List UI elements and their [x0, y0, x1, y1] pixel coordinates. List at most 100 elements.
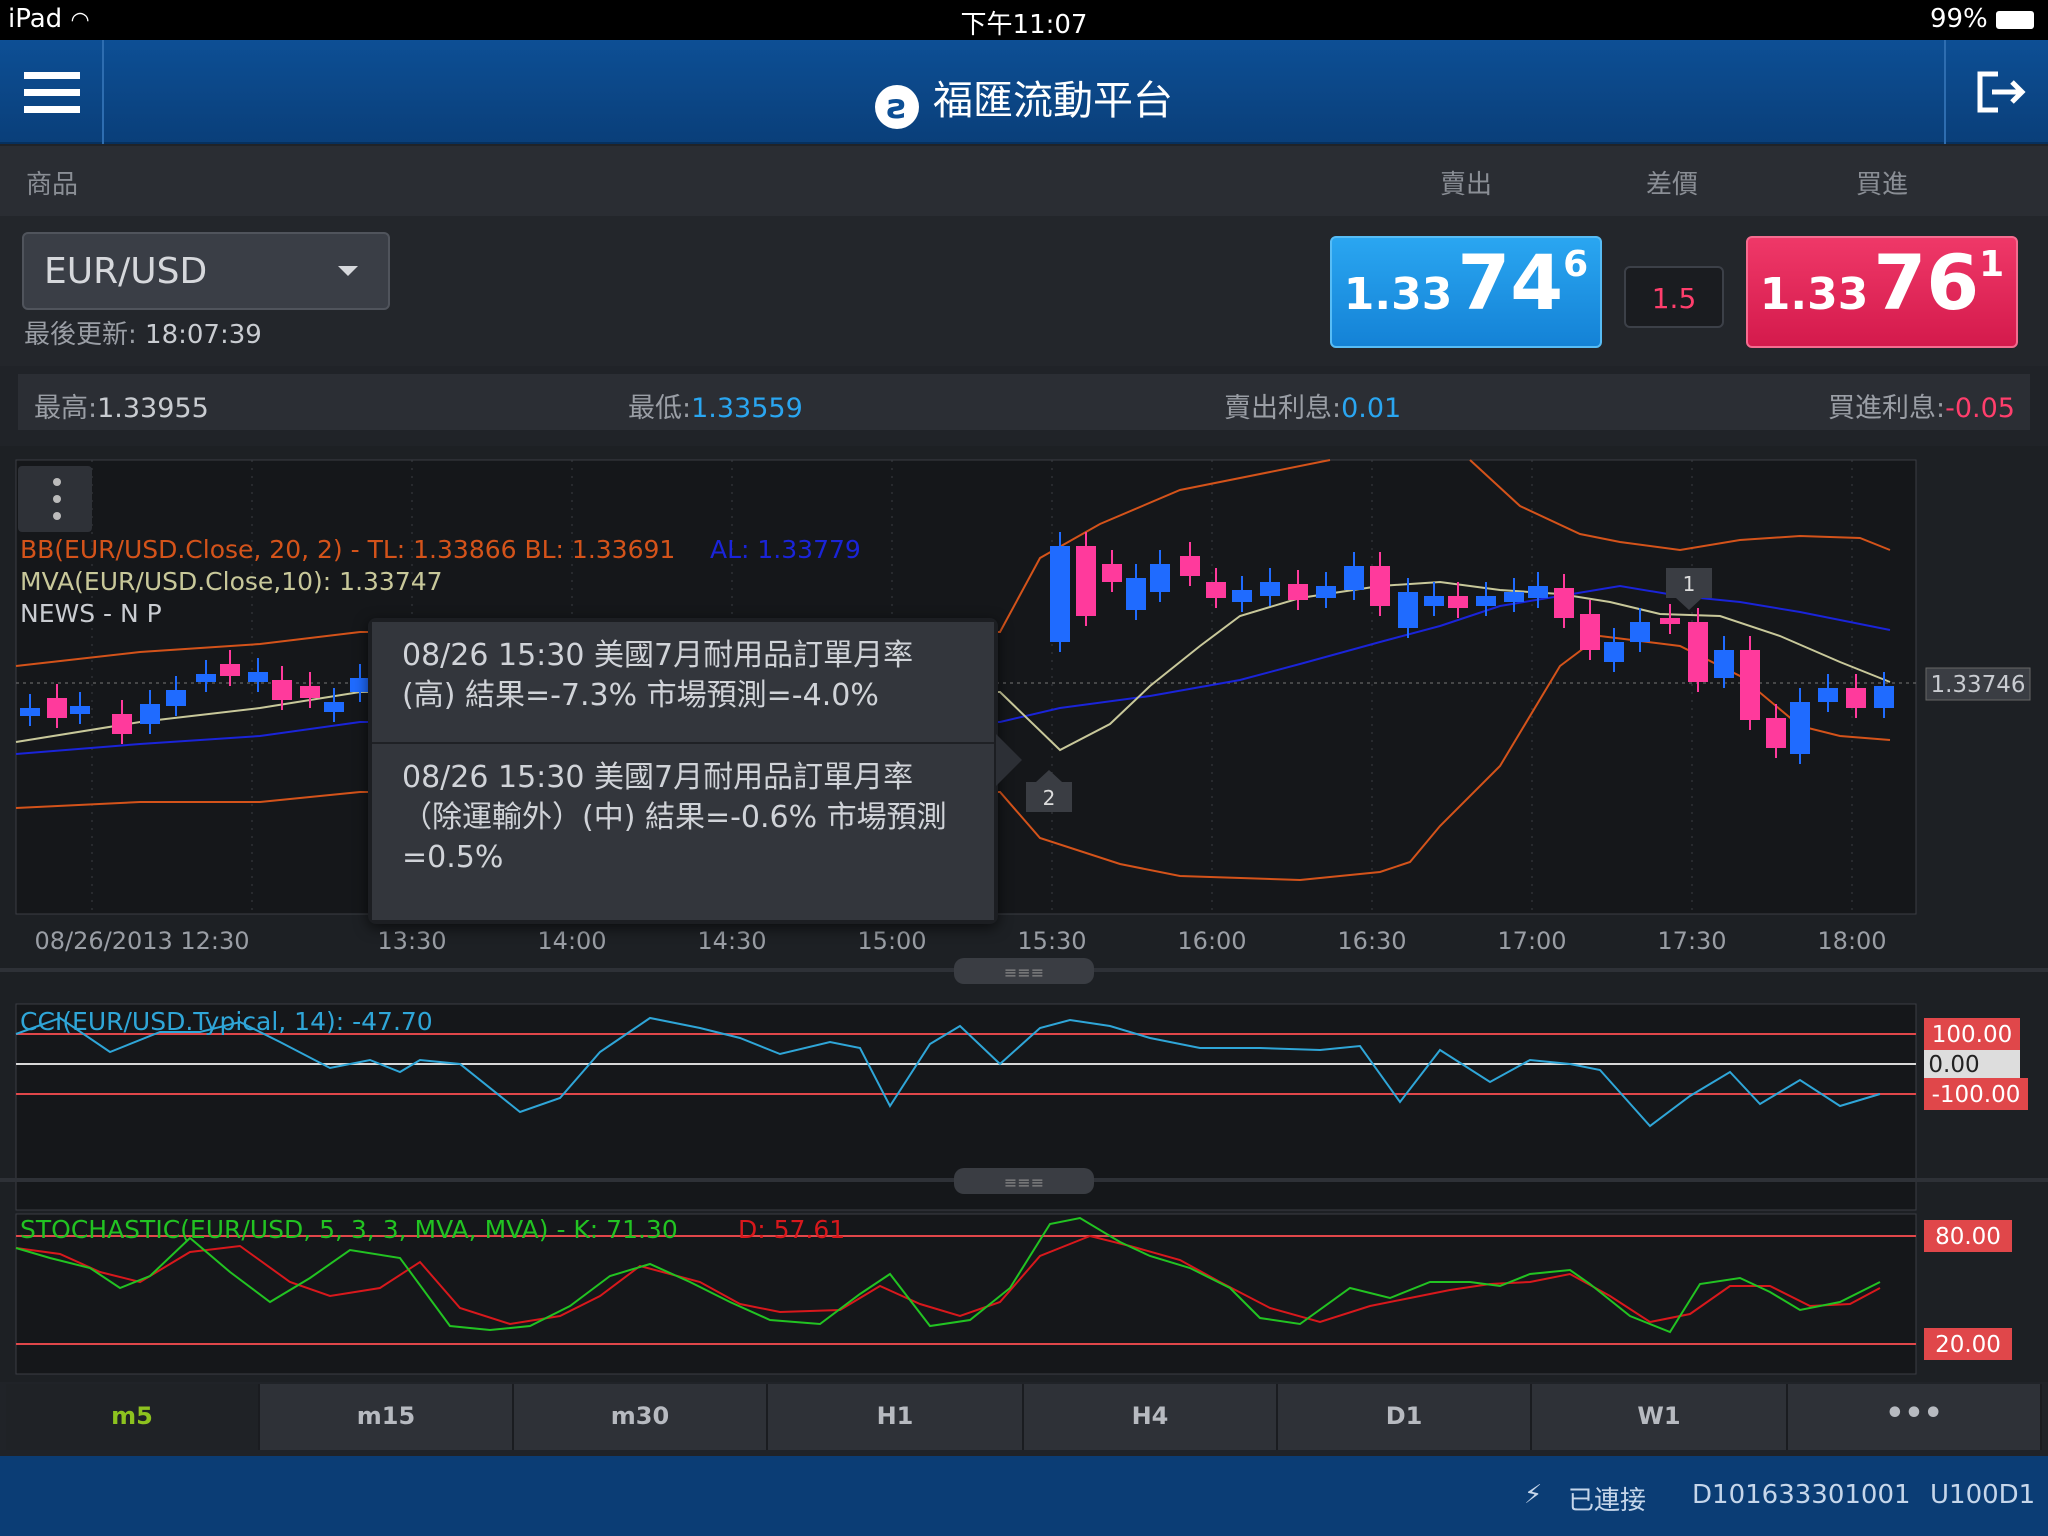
x-axis-label: 14:00	[537, 927, 606, 955]
news-popup[interactable]: 08/26 15:30 美國7月耐用品訂單月率 (高) 結果=-7.3% 市場預…	[368, 618, 1022, 924]
candle	[112, 714, 132, 734]
svg-text:2: 2	[1043, 786, 1056, 810]
candle	[1398, 592, 1418, 628]
candle	[324, 702, 344, 712]
logout-button[interactable]	[1944, 40, 2048, 144]
sell-interest-stat: 賣出利息:0.01	[1224, 393, 1402, 424]
x-axis-label: 15:30	[1017, 927, 1086, 955]
symbol-dropdown[interactable]: EUR/USD	[22, 232, 390, 310]
stats-bar: 最高:1.33955 最低:1.33559 賣出利息:0.01 買進利息:-0.…	[18, 374, 2030, 430]
sell-price-button[interactable]: 1.33 746	[1330, 236, 1602, 348]
candle	[1260, 582, 1280, 596]
candle	[220, 664, 240, 676]
candle	[1232, 590, 1252, 602]
mva-legend: MVA(EUR/USD.Close,10): 1.33747	[20, 567, 443, 596]
logout-icon	[1977, 71, 2026, 113]
candle	[1424, 596, 1444, 606]
x-axis-label: 18:00	[1817, 927, 1886, 955]
timeframe-m15[interactable]: m15	[260, 1384, 514, 1450]
candle	[1102, 564, 1122, 582]
svg-text:1: 1	[1683, 572, 1696, 596]
candle	[1688, 622, 1708, 682]
cci-level-0: 0.00	[1928, 1052, 1979, 1078]
candle	[1050, 546, 1070, 642]
candle	[166, 690, 186, 706]
candle	[272, 680, 292, 700]
x-axis-label: 15:00	[857, 927, 926, 955]
stoch-level-80: 80.00	[1935, 1224, 2001, 1250]
high-stat: 最高:1.33955	[34, 393, 209, 424]
spread-value: 1.5	[1624, 266, 1724, 328]
candle	[1528, 586, 1548, 598]
timeframe-h1[interactable]: H1	[768, 1384, 1024, 1450]
last-update: 最後更新: 18:07:39	[24, 320, 262, 350]
x-axis-label: 17:30	[1657, 927, 1726, 955]
timeframe-m5[interactable]: m5	[6, 1384, 260, 1450]
buy-interest-stat: 買進利息:-0.05	[1828, 393, 2015, 424]
candle	[300, 686, 320, 698]
timeframe-w1[interactable]: W1	[1532, 1384, 1788, 1450]
candle	[1180, 556, 1200, 576]
buy-price-button[interactable]: 1.33 761	[1746, 236, 2018, 348]
ios-status-bar: iPad ◠ 下午11:07 99%	[0, 0, 2048, 40]
candle	[1714, 650, 1734, 678]
candle	[1846, 688, 1866, 708]
candle	[1740, 650, 1760, 720]
x-axis-label: 16:00	[1177, 927, 1246, 955]
candle	[47, 698, 67, 718]
symbol-value: EUR/USD	[44, 251, 208, 292]
account-id: D101633301001	[1692, 1480, 1911, 1510]
column-header: 商品 賣出 差價 買進	[0, 146, 2048, 216]
chevron-down-icon	[338, 266, 358, 276]
x-axis-label: 16:30	[1337, 927, 1406, 955]
timeframe-more-button[interactable]: •••	[1788, 1384, 2042, 1450]
candle	[1604, 642, 1624, 662]
cci-level-minus100: -100.00	[1932, 1082, 2021, 1108]
candle	[20, 708, 40, 716]
candle	[1076, 546, 1096, 616]
logo-icon: ƨ	[875, 85, 919, 129]
user-id: U100D1	[1930, 1480, 2036, 1510]
buy-col-label: 買進	[1856, 170, 1909, 200]
sell-col-label: 賣出	[1440, 170, 1493, 200]
candle	[1790, 702, 1810, 754]
svg-text:≡≡≡: ≡≡≡	[1004, 1173, 1044, 1192]
cci-level-100: 100.00	[1932, 1022, 2012, 1048]
candle	[1448, 596, 1468, 608]
battery-indicator: 99%	[1930, 4, 2034, 34]
bb-al-legend: AL: 1.33779	[710, 535, 861, 564]
connection-status: 已連接	[1568, 1486, 1647, 1516]
candle	[1316, 586, 1336, 598]
app-title: ƨ 福匯流動平台	[0, 68, 2048, 129]
candle	[1554, 588, 1574, 618]
product-col-label: 商品	[26, 170, 79, 200]
svg-text:≡≡≡: ≡≡≡	[1004, 963, 1044, 982]
plug-icon: ⚡	[1524, 1480, 1543, 1510]
candle	[140, 704, 160, 724]
stochastic-legend: STOCHASTIC(EUR/USD, 5, 3, 3, MVA, MVA) -…	[20, 1215, 678, 1244]
timeframe-h4[interactable]: H4	[1024, 1384, 1278, 1450]
candle	[248, 672, 268, 682]
x-axis-label: 14:30	[697, 927, 766, 955]
battery-icon	[1996, 10, 2034, 29]
candle	[1206, 582, 1226, 598]
candle	[1580, 614, 1600, 650]
candle	[1660, 618, 1680, 624]
timeframe-d1[interactable]: D1	[1278, 1384, 1532, 1450]
clock: 下午11:07	[960, 10, 1088, 40]
bb-legend: BB(EUR/USD.Close, 20, 2) - TL: 1.33866 B…	[20, 535, 675, 564]
candle	[1504, 592, 1524, 602]
cci-legend: CCI(EUR/USD.Typical, 14): -47.70	[20, 1007, 433, 1036]
stoch-level-20: 20.00	[1935, 1332, 2001, 1358]
candle	[1874, 686, 1894, 708]
timeframe-m30[interactable]: m30	[514, 1384, 768, 1450]
news-item-2[interactable]: 08/26 15:30 美國7月耐用品訂單月率（除運輸外）(中) 結果=-0.6…	[372, 742, 994, 920]
candle	[1766, 718, 1786, 748]
chart-area[interactable]: BB(EUR/USD.Close, 20, 2) - TL: 1.33866 B…	[0, 446, 2048, 1382]
price-axis-label: 1.33746	[1930, 672, 2025, 698]
x-axis-label: 08/26/2013 12:30	[34, 927, 249, 955]
more-vert-icon	[53, 478, 61, 520]
news-item-1[interactable]: 08/26 15:30 美國7月耐用品訂單月率 (高) 結果=-7.3% 市場預…	[372, 622, 994, 742]
popup-arrow	[996, 734, 1022, 786]
candle	[70, 706, 90, 714]
